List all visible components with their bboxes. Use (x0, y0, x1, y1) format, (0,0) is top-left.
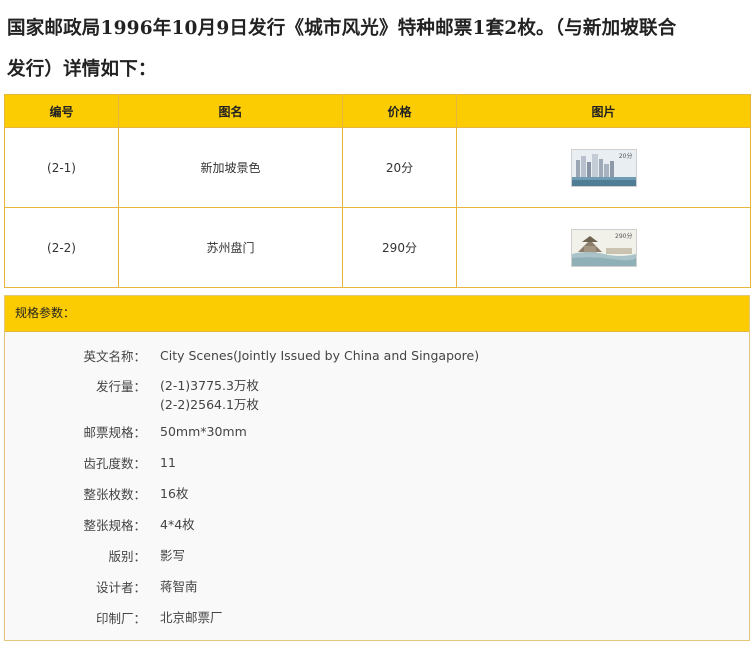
singapore-skyline-stamp-icon[interactable]: 20分 (570, 148, 637, 187)
spec-value: 蒋智南 (160, 579, 198, 594)
stamp-picture-cell: 290分 (456, 207, 751, 288)
spec-panel: 规格参数： 英文名称： City Scenes(Jointly Issued b… (4, 295, 750, 641)
spec-value: 11 (160, 455, 176, 470)
spec-label: 版别： (108, 549, 146, 564)
spec-value: (2-1)3775.3万枚 (2-2)2564.1万枚 (160, 376, 259, 414)
header-picture: 图片 (456, 94, 751, 128)
stamp-name: 苏州盘门 (118, 207, 343, 288)
spec-label: 邮票规格： (83, 425, 146, 440)
header-name: 图名 (118, 94, 343, 128)
header-code: 编号 (4, 94, 119, 128)
spec-panel-title: 规格参数： (5, 296, 749, 332)
spec-value-line: (2-1)3775.3万枚 (160, 378, 259, 393)
spec-label: 整张枚数： (83, 487, 146, 502)
table-header-row: 编号 图名 价格 图片 (4, 94, 751, 128)
header-price: 价格 (342, 94, 457, 128)
spec-value: 北京邮票厂 (160, 610, 223, 625)
stamp-name: 新加坡景色 (118, 127, 343, 208)
stamp-table: 编号 图名 价格 图片 (2-1) 新加坡景色 20分 20分 (2-2) 苏州… (4, 94, 751, 288)
intro-text: 国家邮政局1996年10月9日发行《城市风光》特种邮票1套2枚。（与新加坡联合 … (7, 8, 749, 90)
stamp-price: 20分 (342, 127, 457, 208)
suzhou-pan-gate-stamp-icon[interactable]: 290分 (570, 228, 637, 267)
stamp-picture-cell: 20分 (456, 127, 751, 208)
spec-label: 英文名称： (83, 349, 146, 364)
stamp-face-value: 290分 (615, 232, 633, 240)
spec-value: 50mm*30mm (160, 424, 247, 439)
stamp-code: (2-2) (4, 207, 119, 288)
spec-label: 齿孔度数： (83, 456, 146, 471)
spec-label: 发行量： (95, 379, 146, 394)
spec-label: 设计者： (95, 580, 146, 595)
table-row: (2-1) 新加坡景色 20分 20分 (4, 127, 751, 208)
spec-label: 印制厂： (95, 611, 146, 626)
spec-label: 整张规格： (83, 518, 146, 533)
spec-value: 4*4枚 (160, 517, 195, 532)
table-row: (2-2) 苏州盘门 290分 290分 (4, 207, 751, 288)
intro-line-2: 发行）详情如下： (7, 59, 157, 80)
spec-value: 16枚 (160, 486, 189, 501)
intro-line-1: 国家邮政局1996年10月9日发行《城市风光》特种邮票1套2枚。（与新加坡联合 (7, 18, 677, 39)
spec-value: City Scenes(Jointly Issued by China and … (160, 348, 480, 363)
spec-value: 影写 (160, 548, 186, 563)
stamp-price: 290分 (342, 207, 457, 288)
stamp-code: (2-1) (4, 127, 119, 208)
stamp-face-value: 20分 (618, 152, 633, 160)
spec-value-line: (2-2)2564.1万枚 (160, 397, 259, 412)
